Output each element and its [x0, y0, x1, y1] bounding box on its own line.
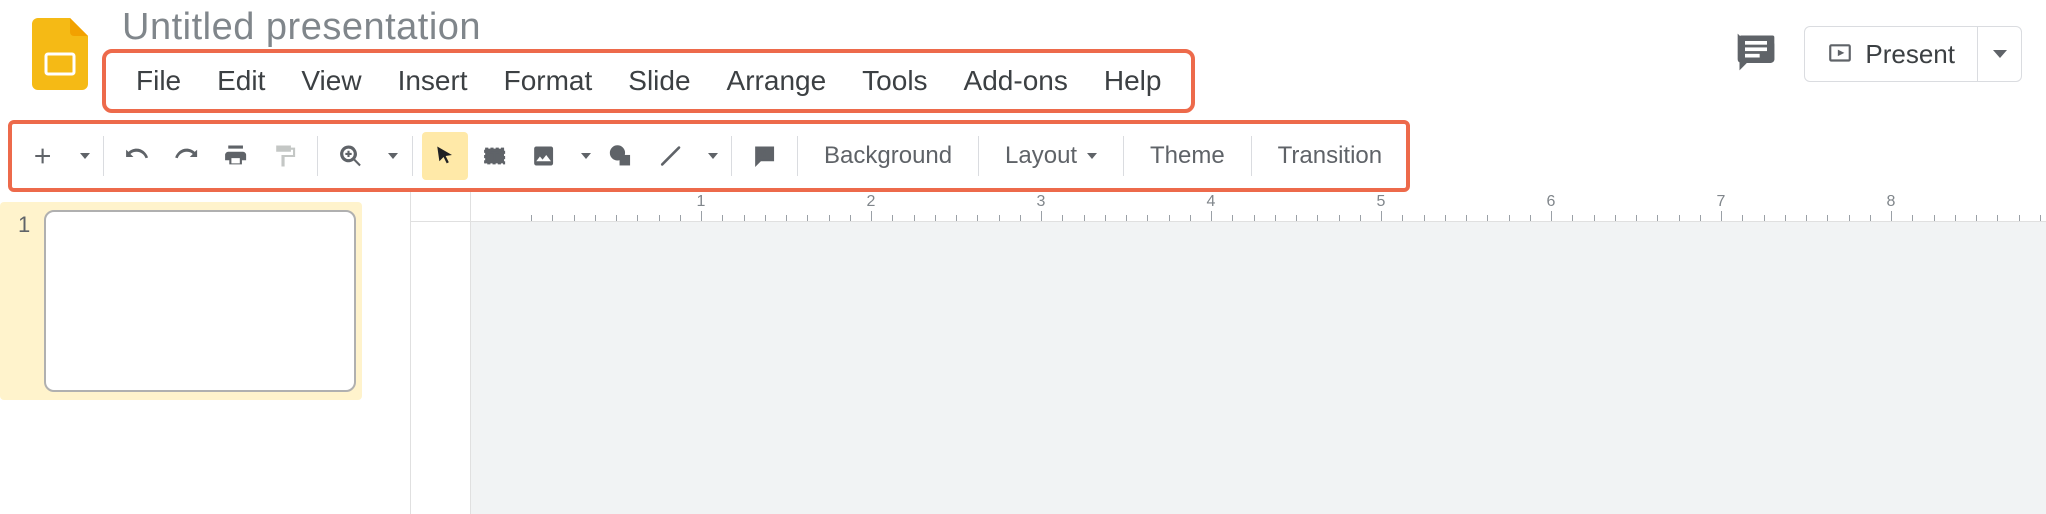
document-title[interactable]: Untitled presentation: [102, 6, 1195, 49]
filmstrip[interactable]: 1: [0, 192, 410, 514]
menu-arrange[interactable]: Arrange: [709, 59, 845, 103]
ruler-label: 3: [1037, 193, 1046, 211]
theme-button[interactable]: Theme: [1132, 132, 1243, 180]
separator: [103, 136, 104, 176]
menu-insert[interactable]: Insert: [380, 59, 486, 103]
slide-thumbnail[interactable]: [44, 210, 356, 392]
chevron-down-icon: [1993, 50, 2007, 58]
ruler-label: 8: [1887, 193, 1896, 211]
comments-icon[interactable]: [1734, 30, 1778, 79]
zoom-dropdown[interactable]: [377, 132, 401, 180]
workspace: 1 1 2 3 4 5 6 7 8: [0, 192, 2046, 514]
vertical-ruler: [411, 222, 471, 514]
undo-button[interactable]: [114, 132, 159, 180]
ruler-label: 4: [1207, 193, 1216, 211]
present-dropdown[interactable]: [1977, 27, 2021, 81]
line-button[interactable]: [648, 132, 693, 180]
chevron-down-icon: [1087, 153, 1097, 159]
present-button[interactable]: Present: [1805, 27, 1977, 81]
separator: [797, 136, 798, 176]
menu-edit[interactable]: Edit: [199, 59, 283, 103]
menu-format[interactable]: Format: [486, 59, 611, 103]
background-button[interactable]: Background: [806, 132, 970, 180]
new-slide-dropdown[interactable]: [69, 132, 93, 180]
redo-button[interactable]: [164, 132, 209, 180]
present-button-group: Present: [1804, 26, 2022, 82]
ruler-label: 6: [1547, 193, 1556, 211]
slide-number: 1: [18, 210, 44, 238]
ruler-label: 5: [1377, 193, 1386, 211]
image-button[interactable]: [521, 132, 566, 180]
ruler-label: 1: [697, 193, 706, 211]
ruler-label: 7: [1717, 193, 1726, 211]
menu-slide[interactable]: Slide: [610, 59, 708, 103]
separator: [412, 136, 413, 176]
transition-label: Transition: [1278, 142, 1382, 170]
horizontal-ruler: 1 2 3 4 5 6 7 8: [471, 192, 2046, 222]
comment-button[interactable]: [742, 132, 787, 180]
transition-button[interactable]: Transition: [1260, 132, 1400, 180]
print-button[interactable]: [213, 132, 258, 180]
zoom-button[interactable]: [328, 132, 373, 180]
menubar-highlight: File Edit View Insert Format Slide Arran…: [102, 49, 1195, 113]
separator: [1251, 136, 1252, 176]
slide-thumbnail-selected[interactable]: 1: [0, 202, 362, 400]
chevron-down-icon: [708, 153, 718, 159]
chevron-down-icon: [80, 153, 90, 159]
background-label: Background: [824, 142, 952, 170]
textbox-button[interactable]: [472, 132, 517, 180]
separator: [1123, 136, 1124, 176]
ruler-label: 2: [867, 193, 876, 211]
toolbar-highlight: Background Layout Theme Transition: [8, 120, 1410, 192]
canvas-area[interactable]: 1 2 3 4 5 6 7 8: [410, 192, 2046, 514]
menu-addons[interactable]: Add-ons: [946, 59, 1086, 103]
chevron-down-icon: [388, 153, 398, 159]
menu-help[interactable]: Help: [1086, 59, 1180, 103]
header-right: Present: [1734, 26, 2022, 82]
select-tool-button[interactable]: [422, 132, 467, 180]
menu-view[interactable]: View: [283, 59, 379, 103]
app-logo[interactable]: [18, 0, 102, 90]
shape-button[interactable]: [598, 132, 643, 180]
separator: [978, 136, 979, 176]
separator: [731, 136, 732, 176]
layout-label: Layout: [1005, 142, 1077, 170]
menu-file[interactable]: File: [118, 59, 199, 103]
menu-tools[interactable]: Tools: [844, 59, 945, 103]
new-slide-button[interactable]: [20, 132, 65, 180]
header: Untitled presentation File Edit View Ins…: [0, 0, 2046, 120]
ruler-corner: [411, 192, 471, 222]
title-area: Untitled presentation File Edit View Ins…: [102, 0, 1195, 113]
paint-format-button[interactable]: [262, 132, 307, 180]
present-label: Present: [1865, 39, 1955, 70]
layout-button[interactable]: Layout: [987, 132, 1115, 180]
separator: [317, 136, 318, 176]
theme-label: Theme: [1150, 142, 1225, 170]
image-dropdown[interactable]: [570, 132, 594, 180]
line-dropdown[interactable]: [697, 132, 721, 180]
chevron-down-icon: [581, 153, 591, 159]
